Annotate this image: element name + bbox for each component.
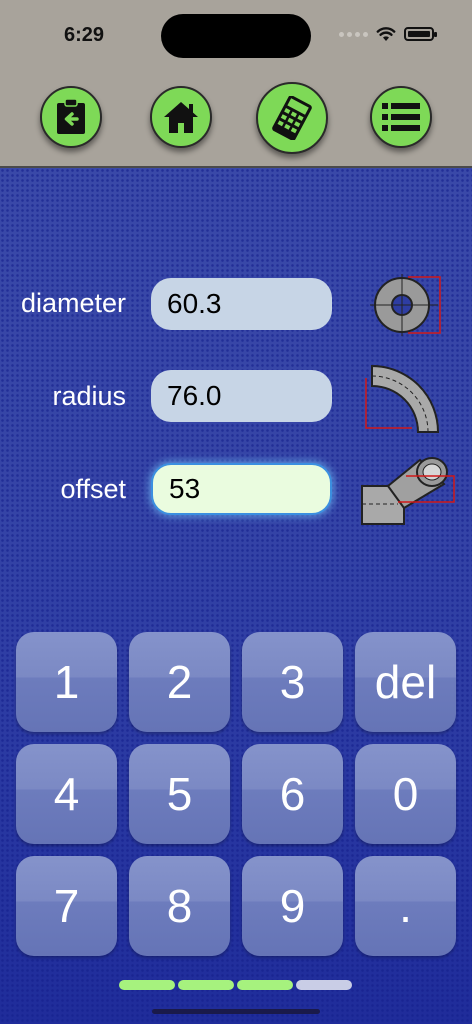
dynamic-island [161,14,311,58]
page-indicator-2[interactable] [178,980,234,990]
key-0[interactable]: 0 [355,744,456,844]
page-indicator-3[interactable] [237,980,293,990]
status-time: 6:29 [64,24,105,46]
radius-field[interactable]: 76.0 [151,370,332,422]
pipe-offset-icon [361,457,455,525]
home-button[interactable] [150,86,212,148]
list-button[interactable] [370,86,432,148]
top-toolbar: 6:29 [0,0,472,168]
key-6[interactable]: 6 [242,744,343,844]
key-1[interactable]: 1 [16,632,117,732]
key-decimal[interactable]: . [355,856,456,956]
list-icon [382,103,420,131]
page-indicator-4[interactable] [296,980,352,990]
diameter-field[interactable]: 60.3 [151,278,332,330]
offset-field[interactable]: 53 [151,463,332,515]
home-indicator[interactable] [152,1009,320,1014]
key-3[interactable]: 3 [242,632,343,732]
calculator-button[interactable] [256,82,328,154]
key-9[interactable]: 9 [242,856,343,956]
battery-icon [404,27,437,41]
back-clipboard-button[interactable] [40,86,102,148]
page-indicator-1[interactable] [119,980,175,990]
radius-label: radius [52,381,126,411]
pipe-cross-section-icon [370,274,441,336]
key-4[interactable]: 4 [16,744,117,844]
clipboard-back-icon [57,99,85,134]
pipe-bend-radius-icon [365,364,440,433]
key-2[interactable]: 2 [129,632,230,732]
wifi-icon [376,27,396,41]
key-5[interactable]: 5 [129,744,230,844]
offset-label: offset [60,474,126,504]
diameter-label: diameter [20,288,126,318]
key-8[interactable]: 8 [129,856,230,956]
key-delete[interactable]: del [355,632,456,732]
key-7[interactable]: 7 [16,856,117,956]
calculator-icon [272,96,312,140]
cellular-signal-icon [339,31,368,37]
home-icon [164,102,198,133]
status-icons [339,26,437,42]
